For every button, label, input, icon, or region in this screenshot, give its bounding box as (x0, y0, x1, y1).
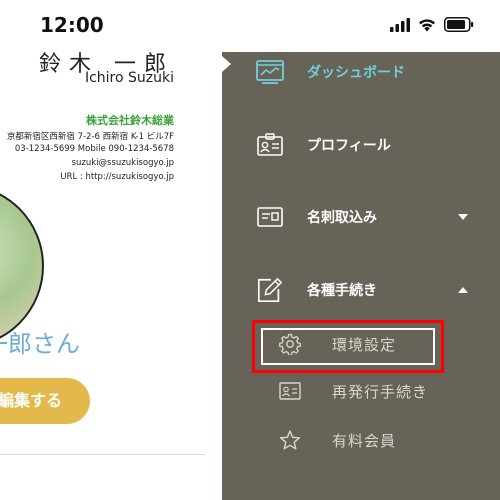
main-content-peek: 鈴木 一郎 Ichiro Suzuki 株式会社鈴木総業 京都新宿区西新宿 7-… (0, 52, 222, 500)
divider (0, 454, 205, 455)
wifi-icon (419, 18, 435, 31)
battery-icon (444, 17, 474, 32)
chevron-down-icon[interactable] (458, 214, 468, 220)
menu-label-profile: プロフィール (307, 138, 391, 154)
card-url: URL : http://suzukisogyo.jp (60, 172, 174, 182)
highlight-inner-border (261, 328, 435, 365)
card-company: 株式会社鈴木総業 (86, 114, 174, 127)
profile-card-icon (256, 131, 284, 159)
status-icons (390, 17, 474, 32)
active-indicator (222, 56, 231, 72)
edit-document-icon (256, 276, 284, 304)
dashboard-icon (256, 58, 284, 86)
submenu-item-premium[interactable]: 有料会員 (222, 418, 500, 462)
menu-item-dashboard[interactable]: ダッシュボード (222, 48, 500, 96)
id-card-icon (278, 379, 302, 403)
business-card-icon (256, 203, 284, 231)
star-icon (278, 428, 302, 452)
status-time: 12:00 (40, 13, 104, 37)
cellular-signal-icon (390, 17, 410, 32)
card-address: 京都新宿区西新宿 7-2-6 西新宿 K-1 ビル7F (6, 132, 174, 142)
card-name-en: Ichiro Suzuki (84, 70, 174, 86)
submenu-label-premium: 有料会員 (332, 431, 397, 450)
menu-item-profile[interactable]: プロフィール (222, 121, 500, 169)
edit-profile-button[interactable]: 編集する (0, 378, 90, 424)
chevron-up-icon[interactable] (458, 287, 468, 293)
highlight-annotation (252, 320, 444, 373)
greeting-text: 一郎さん (0, 330, 80, 358)
card-email: suzuki@ssuzukisogyo.jp (71, 158, 174, 168)
submenu-item-reissue[interactable]: 再発行手続き (222, 369, 500, 413)
menu-label-procedures: 各種手続き (307, 283, 377, 299)
side-drawer: ダッシュボード プロフィール 名刺取込み 各種手続き 環境設定 再発行手続き 有… (222, 52, 500, 500)
menu-label-card-import: 名刺取込み (307, 210, 377, 226)
menu-item-card-import[interactable]: 名刺取込み (222, 193, 500, 241)
card-phone: 03-1234-5699 Mobile 090-1234-5678 (14, 144, 174, 154)
status-bar: 12:00 (0, 0, 500, 52)
submenu-label-reissue: 再発行手続き (332, 382, 429, 401)
menu-label-dashboard: ダッシュボード (307, 65, 405, 81)
menu-item-procedures[interactable]: 各種手続き (222, 266, 500, 314)
